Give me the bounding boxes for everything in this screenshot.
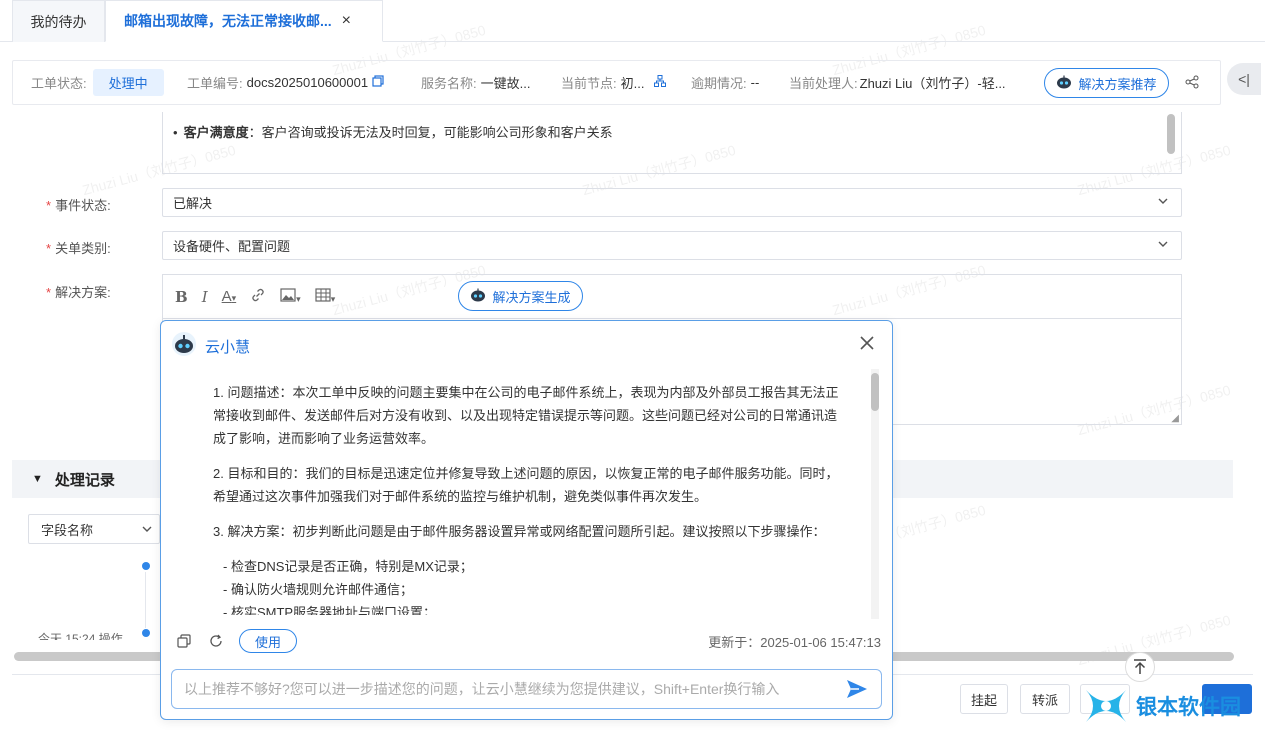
copy-icon[interactable] xyxy=(175,632,193,650)
handler-value: Zhuzi Liu（刘竹子）-轻... xyxy=(859,76,1006,91)
handler-label: 当前处理人: xyxy=(789,76,858,91)
brand-logo-icon xyxy=(1086,690,1126,722)
event-status-label: * 事件状态: xyxy=(46,198,111,213)
brand-name: 银本软件园 xyxy=(1136,696,1241,719)
service-name: 服务名称: 一键故... xyxy=(421,61,530,104)
caret-down-icon: ▼ xyxy=(32,473,43,485)
recommendation-paragraph: 3. 解决方案：初步判断此问题是由于邮件服务器设置异常或网络配置问题所引起。建议… xyxy=(213,524,826,539)
recommend-label: 解决方案推荐 xyxy=(1078,76,1157,92)
service-value: 一键故... xyxy=(480,76,531,91)
generate-label: 解决方案生成 xyxy=(492,289,571,305)
textarea-text: ：客户咨询或投诉无法及时回复，可能影响公司形象和客户关系 xyxy=(248,125,613,140)
send-icon[interactable] xyxy=(845,678,869,703)
italic-icon[interactable]: I xyxy=(202,288,208,306)
close-category-select[interactable]: 设备硬件、配置问题 xyxy=(162,231,1182,260)
ticket-id: 工单编号: docs2025010600001 xyxy=(187,61,384,104)
overdue-status: 逾期情况: -- xyxy=(691,61,759,104)
bullet: • xyxy=(173,125,178,140)
solution-generate-button[interactable]: 解决方案生成 xyxy=(458,281,583,311)
overdue-value: -- xyxy=(750,75,760,90)
brand-logo: 银本软件园 xyxy=(1082,684,1241,728)
resize-handle-icon[interactable]: ◢ xyxy=(1171,413,1179,424)
recommendation-paragraph: 2. 目标和目的：我们的目标是迅速定位并修复导致上述问题的原因，以恢复正常的电子… xyxy=(213,466,839,504)
timeline-dot xyxy=(142,562,150,570)
refresh-icon[interactable] xyxy=(207,632,225,650)
ticket-info-bar: 工单状态: 处理中 工单编号: docs2025010600001 服务名称: … xyxy=(12,60,1221,105)
chevron-down-icon xyxy=(141,523,153,538)
node-value: 初... xyxy=(620,76,645,91)
solution-recommend-button[interactable]: 解决方案推荐 xyxy=(1044,68,1169,98)
tab-bar: 我的待办 邮箱出现故障，无法正常接收邮... × xyxy=(0,0,1265,42)
recommendation-step: - 确认防火墙规则允许邮件通信； xyxy=(223,582,413,597)
textarea-scrollbar[interactable] xyxy=(1167,114,1175,154)
dialog-footer: 使用 更新于：2025-01-06 15:47:13 xyxy=(175,628,881,654)
tab-ticket-label: 邮箱出现故障，无法正常接收邮... xyxy=(124,13,332,29)
followup-placeholder: 以上推荐不够好?您可以进一步描述您的问题，让云小慧继续为您提供建议，Shift+… xyxy=(184,681,780,697)
robot-icon xyxy=(470,288,486,305)
status-badge: 处理中 xyxy=(92,69,164,96)
chevron-down-icon xyxy=(1157,238,1169,253)
link-icon[interactable] xyxy=(250,287,266,307)
recommendation-step: - 核实SMTP服务器地址与端口设置； xyxy=(223,605,437,615)
timeline-line xyxy=(145,572,146,628)
editor-toolbar: B I A▾ ▾ ▾ 解决方案生成 xyxy=(163,275,1181,319)
updated-timestamp: 更新于：2025-01-06 15:47:13 xyxy=(708,634,881,650)
field-select-value: 字段名称 xyxy=(41,522,94,538)
service-label: 服务名称: xyxy=(421,76,477,91)
current-handler: 当前处理人: Zhuzi Liu（刘竹子）-轻... xyxy=(789,61,1006,104)
content-scrollbar[interactable] xyxy=(871,369,879,619)
back-to-top-button[interactable] xyxy=(1125,652,1155,682)
timeline-text: 今天 15:24 操作 xyxy=(38,632,123,640)
ai-assistant-dialog: 云小慧 1. 问题描述：本次工单中反映的问题主要集中在公司的电子邮件系统上，表现… xyxy=(160,320,893,720)
description-textarea[interactable]: • 客户满意度：客户咨询或投诉无法及时回复，可能影响公司形象和客户关系 xyxy=(162,112,1182,174)
records-title: 处理记录 xyxy=(54,471,115,489)
suspend-button[interactable]: 挂起 xyxy=(960,684,1008,714)
ticket-id-value: docs2025010600001 xyxy=(246,75,369,90)
node-label: 当前节点: xyxy=(561,76,617,91)
tab-ticket[interactable]: 邮箱出现故障，无法正常接收邮... × xyxy=(105,0,383,42)
close-icon[interactable]: × xyxy=(342,12,351,30)
copy-icon[interactable] xyxy=(372,75,384,90)
collapse-panel-button[interactable]: <| xyxy=(1227,63,1261,95)
field-name-select[interactable]: 字段名称 xyxy=(28,514,160,544)
ai-avatar-icon xyxy=(171,331,197,360)
close-category-value: 设备硬件、配置问题 xyxy=(173,239,291,254)
transfer-button[interactable]: 转派 xyxy=(1020,684,1070,714)
event-status-select[interactable]: 已解决 xyxy=(162,188,1182,217)
textarea-key: 客户满意度 xyxy=(183,125,249,140)
share-icon[interactable] xyxy=(1185,75,1199,92)
use-button[interactable]: 使用 xyxy=(239,629,297,653)
tab-my-todo[interactable]: 我的待办 xyxy=(12,0,105,42)
font-color-icon[interactable]: A▾ xyxy=(222,288,237,305)
recommendation-paragraph: 1. 问题描述：本次工单中反映的问题主要集中在公司的电子邮件系统上，表现为内部及… xyxy=(213,385,839,446)
recommendation-content: 1. 问题描述：本次工单中反映的问题主要集中在公司的电子邮件系统上，表现为内部及… xyxy=(213,381,849,615)
recommendation-step: - 检查DNS记录是否正确，特别是MX记录； xyxy=(223,559,473,574)
ticket-id-label: 工单编号: xyxy=(187,76,243,91)
dialog-title: 云小慧 xyxy=(205,339,251,356)
timeline-dot xyxy=(142,629,150,637)
ticket-status: 工单状态: 处理中 xyxy=(31,61,164,104)
current-node: 当前节点: 初... xyxy=(561,61,667,104)
status-label: 工单状态: xyxy=(31,76,87,91)
solution-label: * 解决方案: xyxy=(46,285,111,300)
flow-icon[interactable] xyxy=(654,75,667,90)
image-icon[interactable]: ▾ xyxy=(280,287,301,306)
bold-icon[interactable]: B xyxy=(175,288,188,306)
table-icon[interactable]: ▾ xyxy=(315,287,335,306)
chevron-down-icon xyxy=(1157,195,1169,210)
overdue-label: 逾期情况: xyxy=(691,76,747,91)
close-category-label: * 关单类别: xyxy=(46,241,111,256)
event-status-value: 已解决 xyxy=(173,196,213,211)
robot-icon xyxy=(1056,75,1072,92)
close-icon[interactable] xyxy=(860,333,874,356)
followup-input[interactable]: 以上推荐不够好?您可以进一步描述您的问题，让云小慧继续为您提供建议，Shift+… xyxy=(171,669,882,709)
